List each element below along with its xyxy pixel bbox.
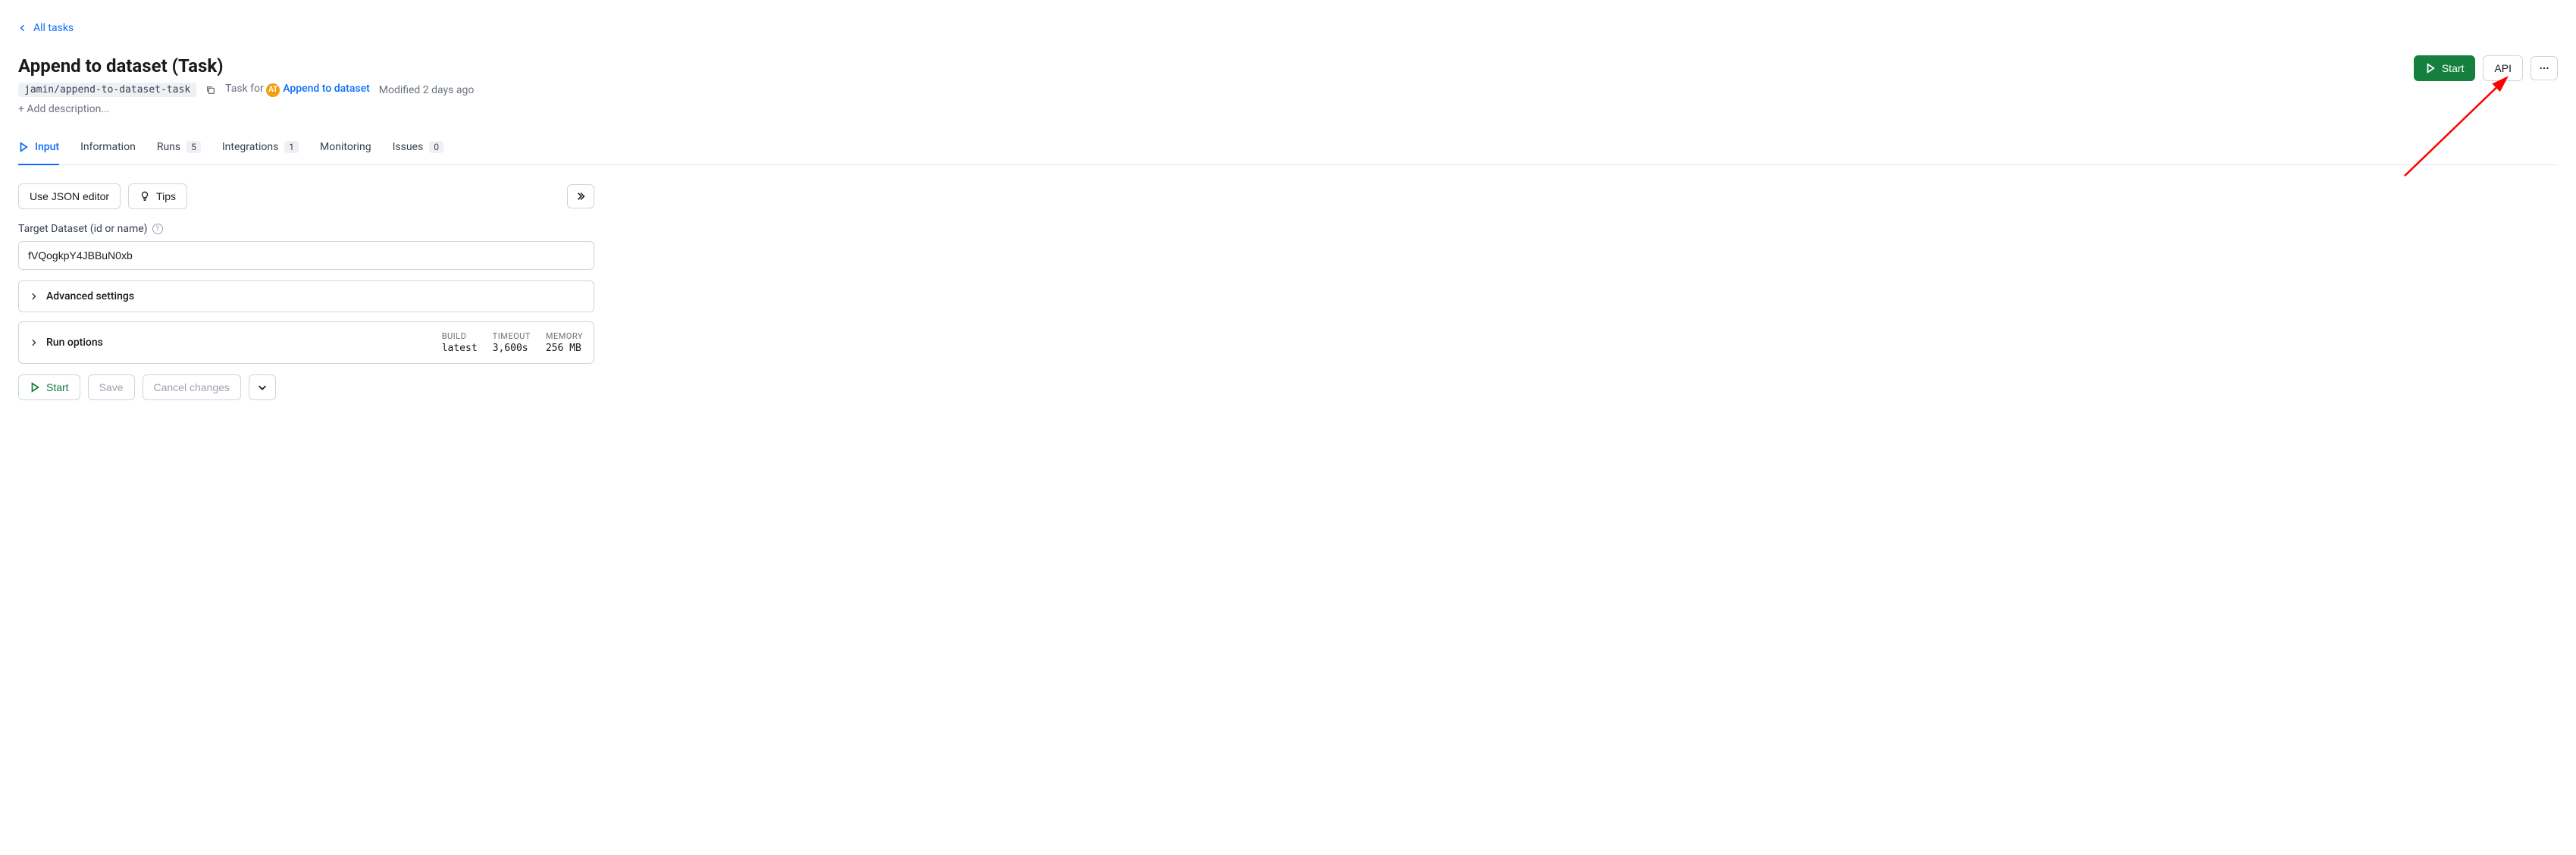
chevron-down-icon [257,382,268,393]
chevron-right-icon [30,292,39,301]
actor-badge: AT [266,83,280,97]
tab-monitoring-label: Monitoring [320,141,371,153]
api-button[interactable]: API [2483,55,2523,81]
start-bottom-label: Start [46,381,69,393]
help-icon[interactable]: ? [152,224,163,234]
target-dataset-label: Target Dataset (id or name) [18,223,148,235]
save-label: Save [99,381,124,393]
tabs-bar: Input Information Runs 5 Integrations 1 … [18,133,2558,165]
tab-information-label: Information [80,141,136,153]
tab-integrations-count: 1 [284,141,299,153]
start-button-bottom[interactable]: Start [18,374,80,400]
start-button-header[interactable]: Start [2414,55,2476,81]
timeout-stat-value: 3,600s [493,343,528,354]
tab-runs-label: Runs [157,141,180,153]
lightbulb-icon [139,191,150,202]
chevron-double-right-icon [575,191,586,202]
tab-issues-label: Issues [393,141,424,153]
run-options-panel[interactable]: Run options BUILD latest TIMEOUT 3,600s … [18,321,594,364]
modified-text: Modified 2 days ago [379,84,475,96]
back-label: All tasks [33,22,74,34]
tab-issues-count: 0 [429,141,443,153]
chevron-right-icon [30,338,39,347]
tab-issues[interactable]: Issues 0 [393,133,443,165]
tab-input-label: Input [35,141,59,153]
tab-input[interactable]: Input [18,133,59,165]
save-button[interactable]: Save [88,374,135,400]
chevron-left-icon [18,23,27,33]
copy-icon[interactable] [205,85,216,96]
more-actions-button[interactable] [2531,56,2558,80]
page-title: Append to dataset (Task) [18,55,474,77]
tab-integrations-label: Integrations [222,141,278,153]
memory-stat-label: MEMORY [546,331,583,341]
task-slug: jamin/append-to-dataset-task [18,83,196,97]
bottom-more-button[interactable] [249,374,276,400]
tips-button[interactable]: Tips [128,183,187,209]
use-json-editor-button[interactable]: Use JSON editor [18,183,121,209]
advanced-settings-panel[interactable]: Advanced settings [18,280,594,312]
timeout-stat-label: TIMEOUT [493,331,531,341]
start-label: Start [2442,62,2465,74]
build-stat-value: latest [442,343,478,354]
tab-information[interactable]: Information [80,133,136,165]
back-all-tasks-link[interactable]: All tasks [18,22,74,34]
tips-label: Tips [156,190,176,202]
build-stat-label: BUILD [442,331,467,341]
memory-stat-value: 256 MB [546,343,581,354]
tab-integrations[interactable]: Integrations 1 [222,133,299,165]
target-dataset-input[interactable] [18,241,594,270]
tab-monitoring[interactable]: Monitoring [320,133,371,165]
play-outline-icon [18,142,29,152]
run-options-label: Run options [46,337,103,349]
advanced-settings-label: Advanced settings [46,290,134,302]
add-description-button[interactable]: + Add description... [18,103,474,115]
task-for-label: Task for [225,83,264,95]
cancel-changes-button[interactable]: Cancel changes [143,374,241,400]
play-icon [2425,63,2436,74]
use-json-editor-label: Use JSON editor [30,190,109,202]
more-horizontal-icon [2539,63,2549,74]
play-icon [30,382,40,393]
tab-runs[interactable]: Runs 5 [157,133,201,165]
actor-link[interactable]: Append to dataset [283,83,370,95]
expand-collapse-button[interactable] [567,184,594,208]
api-label: API [2494,62,2512,74]
cancel-label: Cancel changes [154,381,230,393]
tab-runs-count: 5 [186,141,201,153]
